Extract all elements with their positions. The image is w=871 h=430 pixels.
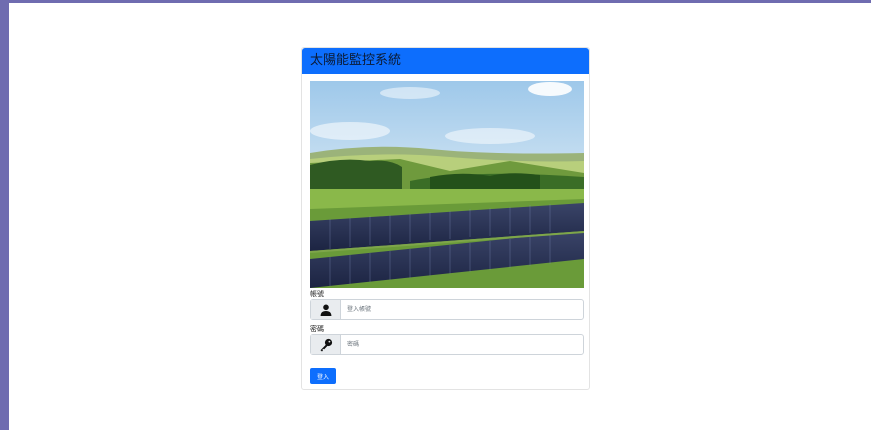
key-icon <box>311 335 341 354</box>
window-frame-top <box>0 0 871 3</box>
username-input[interactable] <box>341 300 583 319</box>
password-label: 密碼 <box>310 325 324 333</box>
solar-farm-photo <box>310 81 584 288</box>
window-frame-left <box>0 0 9 430</box>
username-input-group <box>310 299 584 320</box>
password-input[interactable] <box>341 335 583 354</box>
page-title: 太陽能監控系統 <box>302 48 589 74</box>
user-icon <box>311 300 341 319</box>
login-button[interactable]: 登入 <box>310 368 336 384</box>
login-card: 太陽能監控系統 帳號 登入帳號 密碼 登入 <box>301 47 590 390</box>
username-label: 帳號 <box>310 290 324 298</box>
password-input-group <box>310 334 584 355</box>
